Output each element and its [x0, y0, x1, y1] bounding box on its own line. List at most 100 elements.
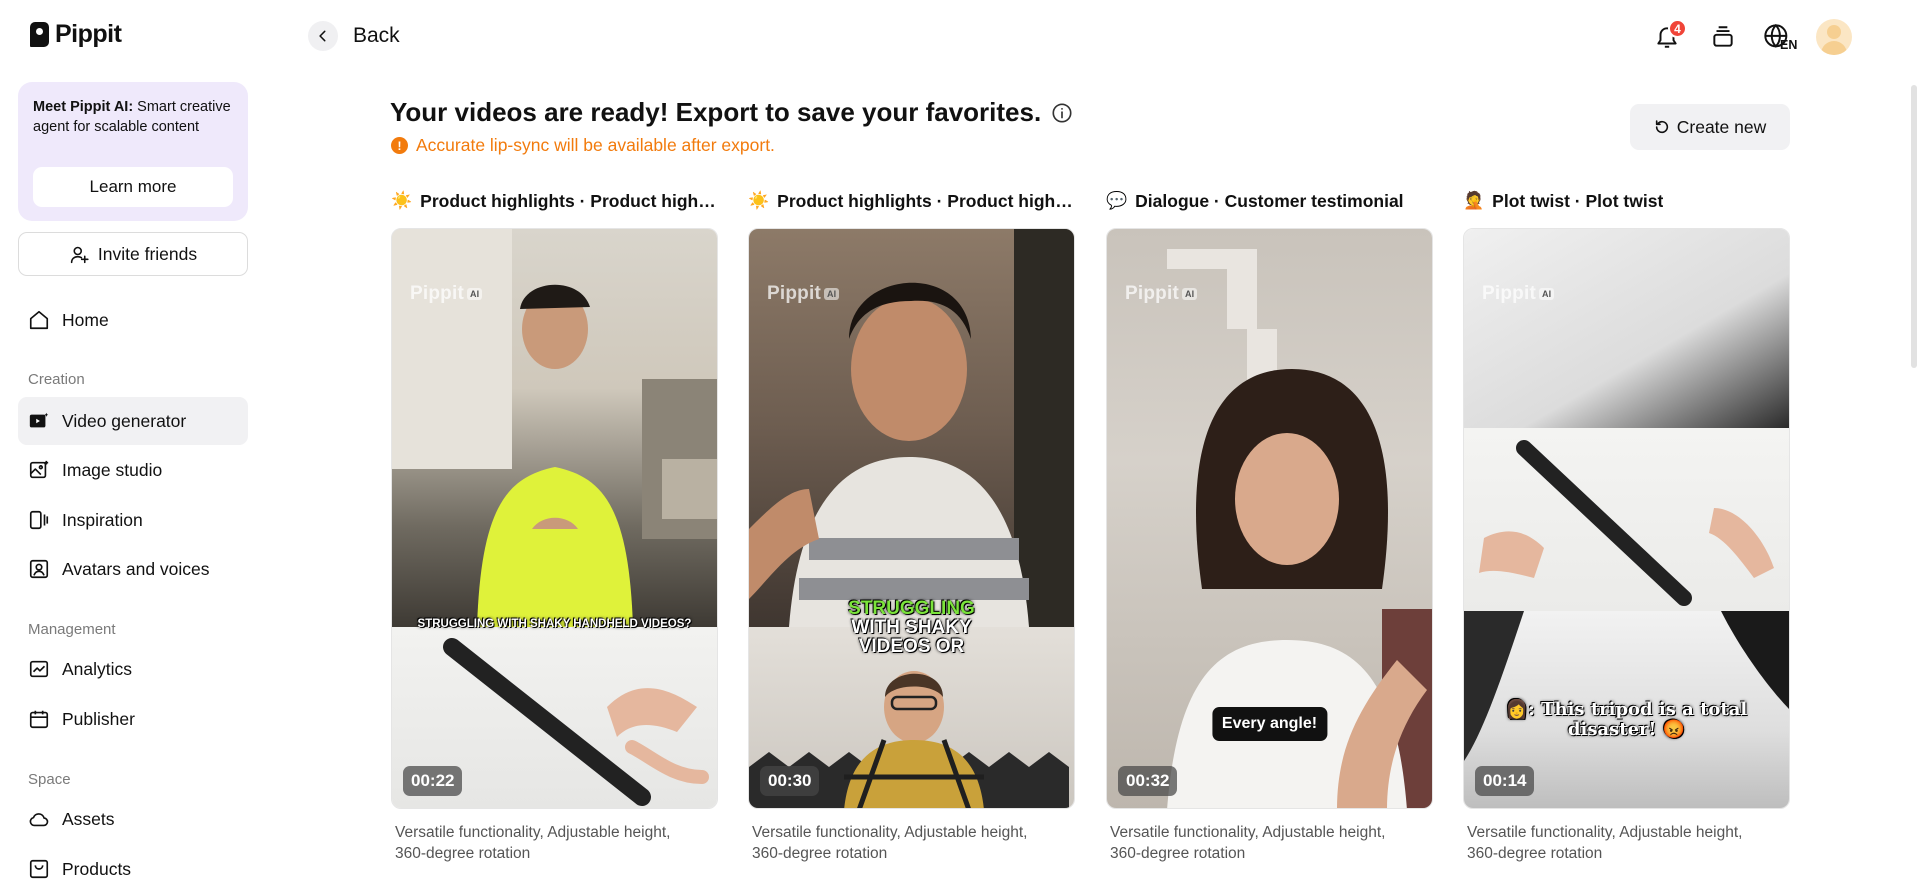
avatar-icon [29, 559, 49, 579]
section-label-management: Management [28, 621, 116, 638]
learn-more-button[interactable]: Learn more [33, 167, 233, 207]
video-duration: 00:22 [403, 766, 463, 796]
pippit-watermark: Pippit AI [1125, 283, 1198, 305]
sidebar-item-label: Video generator [62, 410, 187, 431]
sidebar-item-home[interactable]: Home [18, 296, 248, 344]
sidebar-item-label: Assets [62, 808, 115, 829]
pippit-watermark: Pippit AI [767, 283, 840, 305]
video-caption-line: disaster! 😡 [1567, 719, 1686, 740]
notification-badge: 4 [1668, 19, 1687, 38]
video-card-title-text: Product highlights · Product highli... [420, 190, 718, 211]
sidebar-item-label: Publisher [62, 708, 135, 729]
facepalm-icon: 🤦 [1463, 191, 1485, 210]
invite-friends-button[interactable]: Invite friends [18, 232, 248, 276]
video-card-description: Versatile functionality, Adjustable heig… [1467, 824, 1743, 862]
sun-icon: ☀️ [391, 191, 413, 210]
video-card-title: 🤦 Plot twist · Plot twist [1463, 187, 1790, 215]
video-caption-line: VIDEOS OR [858, 636, 965, 657]
calendar-icon [29, 710, 49, 729]
pippit-watermark: Pippit AI [410, 283, 483, 305]
inspiration-icon [29, 510, 49, 530]
video-thumbnail[interactable]: Pippit AI STRUGGLING WITH SHAKY HANDHELD … [391, 228, 718, 809]
video-duration: 00:32 [1118, 766, 1178, 796]
promo-title: Meet Pippit AI: [33, 99, 134, 115]
video-card-title: ☀️ Product highlights · Product highli..… [748, 187, 1075, 215]
page-scrollbar[interactable] [1911, 85, 1917, 368]
analytics-icon [29, 660, 49, 678]
pippit-watermark: Pippit AI [1482, 283, 1555, 305]
video-card-title: 💬 Dialogue · Customer testimonial [1106, 187, 1433, 215]
page-title: Your videos are ready! Export to save yo… [390, 97, 1073, 128]
sidebar-item-avatars-voices[interactable]: Avatars and voices [18, 545, 248, 593]
sidebar-item-assets[interactable]: Assets [18, 795, 248, 843]
layers-icon [1713, 26, 1733, 47]
language-label: EN [1780, 38, 1798, 52]
video-thumbnail[interactable]: Pippit AI 👩: This tripod is a total disas… [1463, 228, 1790, 809]
section-label-creation: Creation [28, 371, 85, 388]
sidebar-item-label: Inspiration [62, 509, 143, 530]
video-card[interactable]: 🤦 Plot twist · Plot twist Pippit AI 👩: Th… [1463, 187, 1790, 864]
layers-button[interactable] [1706, 20, 1740, 54]
sidebar-item-image-studio[interactable]: Image studio [18, 446, 248, 494]
cloud-icon [29, 813, 49, 827]
video-card-description: Versatile functionality, Adjustable heig… [752, 824, 1028, 862]
pippit-logo-icon [30, 22, 49, 47]
video-card[interactable]: ☀️ Product highlights · Product highli..… [391, 187, 718, 864]
video-card-title: ☀️ Product highlights · Product highli..… [391, 187, 718, 215]
refresh-icon [1655, 120, 1668, 134]
video-card[interactable]: 💬 Dialogue · Customer testimonial Every … [1106, 187, 1433, 864]
promo-text: Meet Pippit AI: Smart creative agent for… [33, 97, 233, 137]
notifications-button[interactable]: 4 [1650, 19, 1687, 54]
video-caption: STRUGGLING WITH SHAKY HANDHELD VIDEOS? [417, 618, 692, 630]
video-thumbnail[interactable]: Every angle! Pippit AI 00:32 [1106, 228, 1433, 809]
video-card-title-text: Product highlights · Product highli... [777, 190, 1075, 211]
video-card-description: Versatile functionality, Adjustable heig… [1110, 824, 1386, 862]
home-icon [29, 310, 49, 330]
sidebar-item-label: Home [62, 309, 109, 330]
create-new-button[interactable]: Create new [1630, 104, 1790, 150]
sidebar-item-label: Avatars and voices [62, 558, 210, 579]
promo-card: Meet Pippit AI: Smart creative agent for… [18, 82, 248, 221]
tripod-illustration [1479, 440, 1774, 606]
video-frame-top [1464, 229, 1789, 428]
video-caption: Every angle! [1211, 707, 1328, 741]
user-avatar[interactable] [1816, 19, 1852, 55]
sidebar-item-label: Products [62, 858, 132, 879]
video-card-title-text: Plot twist · Plot twist [1492, 190, 1664, 211]
invite-friends-label: Invite friends [97, 243, 198, 264]
pippit-logo[interactable]: Pippit [30, 20, 122, 49]
back-label[interactable]: Back [353, 24, 400, 48]
video-thumbnail[interactable]: Pippit AI STRUGGLING WITH SHAKY VIDEOS OR… [748, 228, 1075, 809]
video-card-title-text: Dialogue · Customer testimonial [1135, 190, 1404, 211]
info-icon[interactable] [1051, 102, 1073, 124]
warning-icon: ! [391, 137, 408, 154]
sidebar-item-products[interactable]: Products [18, 845, 248, 887]
video-card-description: Versatile functionality, Adjustable heig… [395, 824, 671, 862]
video-duration: 00:14 [1475, 766, 1535, 796]
video-duration: 00:30 [760, 766, 820, 796]
sidebar-item-analytics[interactable]: Analytics [18, 645, 248, 693]
speech-bubble-icon: 💬 [1106, 191, 1128, 210]
lip-sync-notice-text: Accurate lip-sync will be available afte… [416, 135, 775, 155]
video-generator-icon [29, 412, 49, 428]
page-title-text: Your videos are ready! Export to save yo… [390, 97, 1042, 127]
video-caption-line: 👩: This tripod is a total [1505, 699, 1748, 720]
sun-icon: ☀️ [748, 191, 770, 210]
video-card[interactable]: ☀️ Product highlights · Product highli..… [748, 187, 1075, 864]
add-user-icon [70, 246, 89, 263]
sidebar-item-inspiration[interactable]: Inspiration [18, 496, 248, 544]
sidebar-item-publisher[interactable]: Publisher [18, 695, 248, 743]
video-frame-middle [1464, 428, 1789, 611]
back-button[interactable] [308, 21, 338, 51]
sidebar: Pippit Meet Pippit AI: Smart creative ag… [0, 0, 258, 887]
create-new-label: Create new [1676, 116, 1767, 137]
sidebar-item-label: Image studio [62, 459, 163, 480]
chevron-left-icon [319, 30, 326, 42]
lip-sync-notice: ! Accurate lip-sync will be available af… [391, 135, 775, 156]
image-studio-icon [29, 460, 49, 479]
section-label-space: Space [28, 771, 71, 788]
sidebar-item-video-generator[interactable]: Video generator [18, 397, 248, 445]
language-button[interactable]: EN [1760, 20, 1798, 54]
product-box-icon [29, 859, 49, 879]
brand-name: Pippit [55, 20, 122, 48]
